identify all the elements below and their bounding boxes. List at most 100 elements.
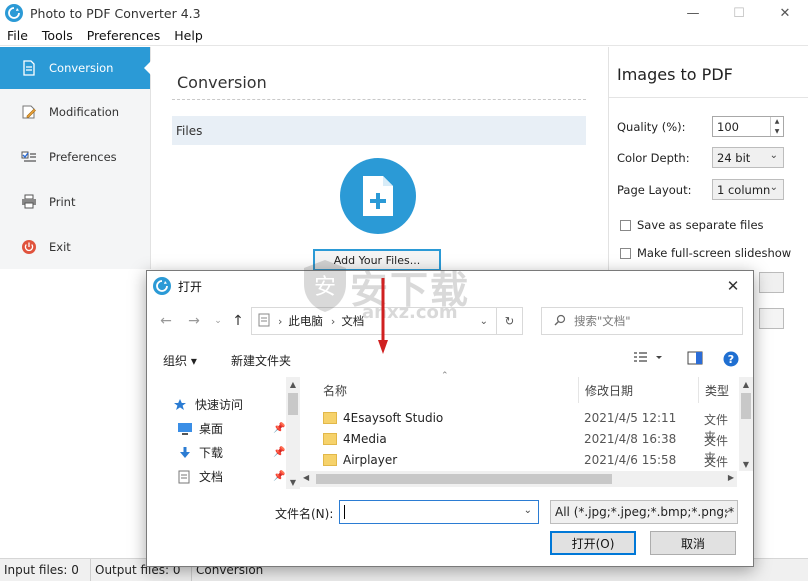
maximize-button[interactable]: ☐ bbox=[716, 0, 762, 26]
open-file-dialog: 打开 ✕ ← → ⌄ ↑ › 此电脑 › 文档 ⌄ ↻ 搜索"文档" 组织 ▾ … bbox=[146, 270, 754, 567]
nav-label: 快速访问 bbox=[195, 398, 244, 412]
filename-input[interactable]: ⌄ bbox=[339, 500, 539, 524]
checklist-icon bbox=[20, 148, 38, 166]
chevron-down-icon[interactable]: ⌄ bbox=[524, 505, 532, 516]
pin-icon[interactable]: 📌 bbox=[273, 471, 285, 482]
nav-quick-access[interactable]: 快速访问 bbox=[173, 396, 243, 413]
scroll-right-icon[interactable]: ▶ bbox=[728, 473, 734, 482]
scroll-thumb[interactable] bbox=[288, 393, 298, 415]
search-placeholder: 搜索"文档" bbox=[574, 314, 631, 328]
scroll-thumb[interactable] bbox=[316, 474, 612, 484]
navigation-pane: 快速访问 桌面 📌 下载 📌 文档 📌 bbox=[147, 377, 300, 489]
add-file-icon[interactable] bbox=[340, 158, 416, 234]
refresh-icon[interactable]: ↻ bbox=[496, 308, 522, 334]
checkbox-box[interactable] bbox=[620, 219, 631, 231]
file-row[interactable]: Airplayer 2021/4/6 15:58 文件夹 bbox=[317, 451, 739, 486]
documents-icon bbox=[177, 470, 193, 484]
close-button[interactable]: ✕ bbox=[762, 0, 808, 26]
sort-up-icon: ⌃ bbox=[441, 371, 449, 381]
nav-downloads[interactable]: 下载 bbox=[177, 444, 223, 461]
scroll-up-icon[interactable]: ▲ bbox=[286, 377, 300, 391]
hidden-button[interactable] bbox=[759, 308, 784, 329]
scroll-thumb[interactable] bbox=[741, 393, 751, 419]
column-name[interactable]: 名称 ⌃ bbox=[317, 371, 579, 403]
horizontal-scrollbar[interactable]: ◀ ▶ bbox=[300, 471, 737, 487]
files-header: Files bbox=[172, 116, 586, 145]
file-date: 2021/4/8 16:38 bbox=[584, 432, 677, 446]
sidebar-item-preferences[interactable]: Preferences bbox=[0, 134, 150, 179]
column-label: 修改日期 bbox=[585, 383, 634, 398]
chevron-down-icon[interactable]: ⌄ bbox=[480, 316, 488, 327]
dialog-close-button[interactable]: ✕ bbox=[717, 274, 749, 298]
breadcrumb-separator-icon: › bbox=[330, 314, 336, 328]
sidebar-item-label: Exit bbox=[49, 239, 71, 254]
sidebar-item-conversion[interactable]: Conversion bbox=[0, 47, 151, 89]
view-options-icon[interactable] bbox=[633, 351, 663, 368]
sidebar-item-print[interactable]: Print bbox=[0, 179, 150, 224]
file-scrollbar[interactable]: ▲ ▼ bbox=[739, 377, 753, 471]
sidebar-item-label: Print bbox=[49, 194, 76, 209]
scroll-down-icon[interactable]: ▼ bbox=[739, 457, 753, 471]
scroll-left-icon[interactable]: ◀ bbox=[303, 473, 309, 482]
save-separate-checkbox[interactable]: Save as separate files bbox=[620, 218, 764, 232]
new-folder-button[interactable]: 新建文件夹 bbox=[231, 352, 291, 369]
checkbox-box[interactable] bbox=[620, 247, 631, 259]
organize-button[interactable]: 组织 ▾ bbox=[163, 352, 197, 369]
nav-documents[interactable]: 文档 bbox=[177, 468, 223, 485]
menu-file[interactable]: File bbox=[0, 28, 35, 43]
printer-icon bbox=[20, 193, 38, 211]
hidden-select[interactable] bbox=[759, 272, 784, 293]
quality-value: 100 bbox=[717, 119, 739, 134]
sidebar-item-exit[interactable]: Exit bbox=[0, 224, 150, 269]
nav-desktop[interactable]: 桌面 bbox=[177, 420, 223, 437]
column-date[interactable]: 修改日期 bbox=[579, 377, 699, 403]
menu-help[interactable]: Help bbox=[167, 28, 210, 43]
pin-icon[interactable]: 📌 bbox=[273, 423, 285, 434]
quality-stepper[interactable]: 100 ▲ ▼ bbox=[712, 116, 784, 137]
sidebar-item-label: Preferences bbox=[49, 149, 117, 164]
add-files-button[interactable]: Add Your Files... bbox=[313, 249, 441, 271]
chevron-down-icon: ⌄ bbox=[722, 505, 731, 516]
back-arrow-icon[interactable]: ← bbox=[157, 312, 175, 330]
breadcrumb-this-pc[interactable]: 此电脑 bbox=[288, 313, 323, 329]
column-type[interactable]: 类型 bbox=[699, 377, 739, 403]
filename-label: 文件名(N): bbox=[275, 507, 334, 521]
page-layout-select[interactable]: 1 column ⌄ bbox=[712, 179, 784, 200]
spin-buttons[interactable]: ▲ ▼ bbox=[770, 117, 783, 136]
filetype-value: All (*.jpg;*.jpeg;*.bmp;*.png;* bbox=[555, 505, 735, 519]
nav-scrollbar[interactable]: ▲ ▼ bbox=[286, 377, 300, 489]
recent-chevron-icon[interactable]: ⌄ bbox=[209, 312, 227, 330]
search-input[interactable]: 搜索"文档" bbox=[541, 307, 743, 335]
sidebar-item-modification[interactable]: Modification bbox=[0, 89, 150, 134]
help-icon[interactable]: ? bbox=[723, 351, 739, 370]
cancel-button[interactable]: 取消 bbox=[650, 531, 736, 555]
breadcrumb-separator-icon: › bbox=[278, 314, 283, 328]
open-button[interactable]: 打开(O) bbox=[550, 531, 636, 555]
chevron-down-icon: ⌄ bbox=[769, 182, 778, 193]
menu-preferences[interactable]: Preferences bbox=[80, 28, 168, 43]
minimize-button[interactable]: — bbox=[670, 0, 716, 26]
svg-text:?: ? bbox=[728, 353, 734, 366]
checkbox-label: Save as separate files bbox=[637, 218, 764, 232]
forward-arrow-icon[interactable]: → bbox=[185, 312, 203, 330]
nav-label: 下载 bbox=[199, 446, 224, 460]
file-row[interactable]: 4Esaysoft Studio 2021/4/5 12:11 文件夹 bbox=[317, 409, 739, 444]
scroll-down-icon[interactable]: ▼ bbox=[286, 475, 300, 489]
slideshow-checkbox[interactable]: Make full-screen slideshow bbox=[620, 246, 791, 260]
preview-pane-icon[interactable] bbox=[687, 351, 703, 368]
breadcrumb-documents[interactable]: 文档 bbox=[341, 313, 364, 329]
pin-icon[interactable]: 📌 bbox=[273, 447, 285, 458]
chevron-down-icon: ⌄ bbox=[769, 150, 778, 161]
scroll-up-icon[interactable]: ▲ bbox=[739, 377, 753, 391]
divider bbox=[609, 97, 808, 98]
pc-icon bbox=[258, 313, 270, 330]
color-depth-select[interactable]: 24 bit ⌄ bbox=[712, 147, 784, 168]
page-title: Conversion bbox=[177, 73, 267, 92]
dialog-toolbar: 组织 ▾ 新建文件夹 ? bbox=[147, 344, 753, 374]
filetype-select[interactable]: All (*.jpg;*.jpeg;*.bmp;*.png;* ⌄ bbox=[550, 500, 738, 524]
filename-row: 文件名(N): ⌄ All (*.jpg;*.jpeg;*.bmp;*.png;… bbox=[147, 497, 753, 527]
menu-tools[interactable]: Tools bbox=[35, 28, 80, 43]
folder-icon bbox=[323, 412, 337, 424]
file-row[interactable]: 4Media 2021/4/8 16:38 文件夹 bbox=[317, 430, 739, 465]
up-arrow-icon[interactable]: ↑ bbox=[229, 312, 247, 330]
